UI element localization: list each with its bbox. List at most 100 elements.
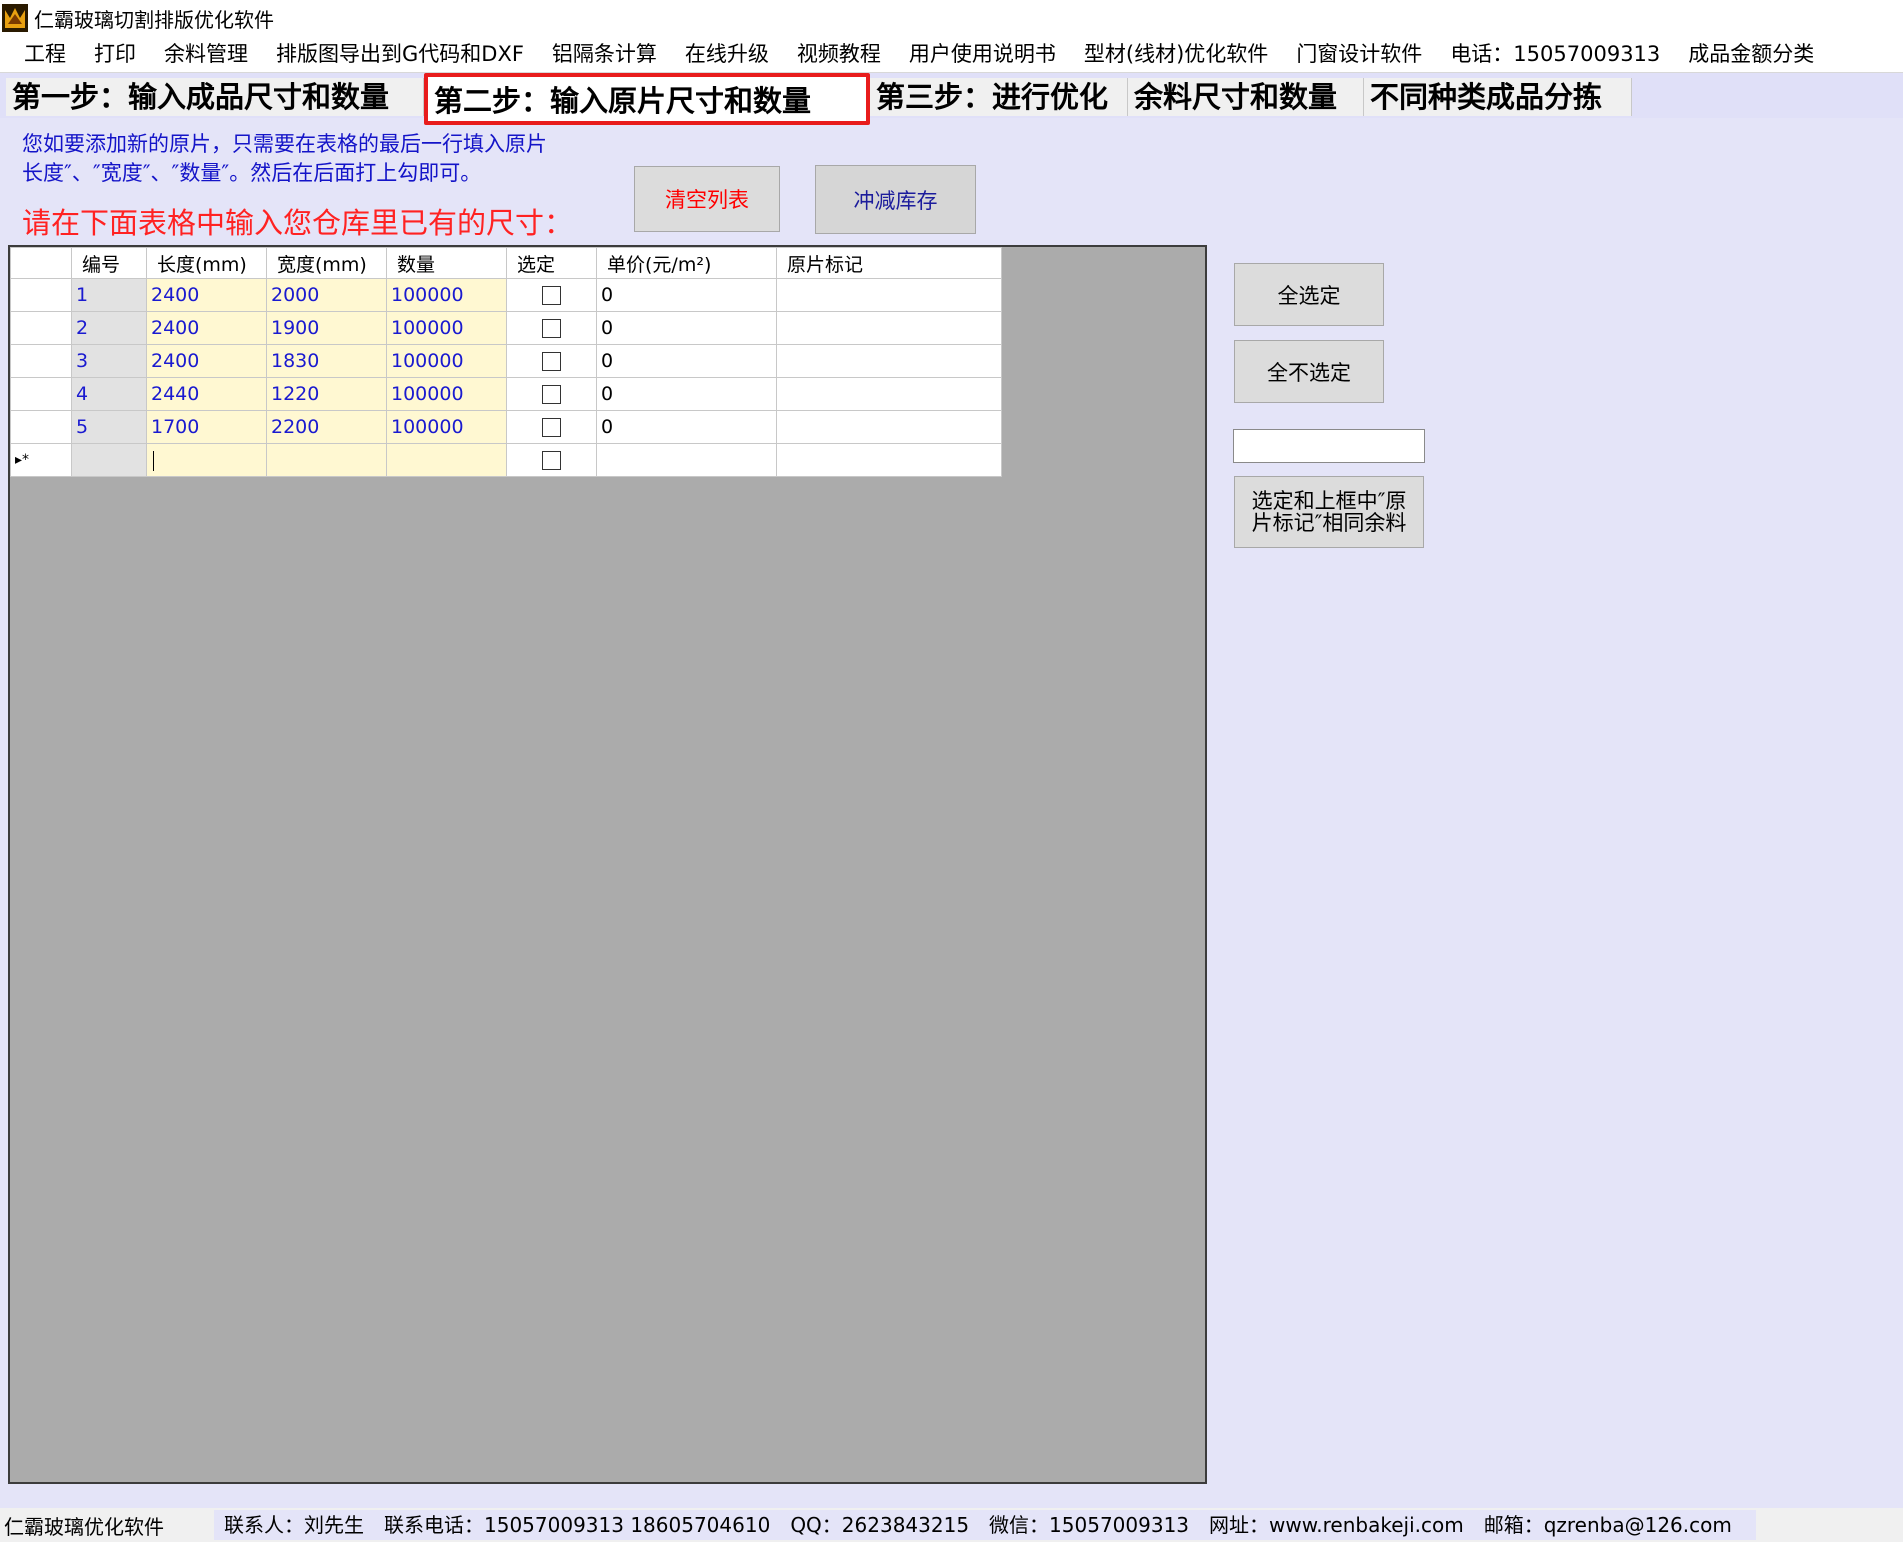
cell-unit-price[interactable]: 0 xyxy=(596,377,777,411)
cell-sheet-mark[interactable] xyxy=(776,410,1002,444)
sheet-grid[interactable]: 编号 长度(mm) 宽度(mm) 数量 选定 单价(元/m²) 原片标记 1 2… xyxy=(8,245,1207,1484)
table-row: 1 2400 2000 100000 0 xyxy=(10,278,1002,312)
cell-unit-price[interactable]: 0 xyxy=(596,278,777,312)
cell-selected[interactable] xyxy=(506,344,597,378)
row-checkbox[interactable] xyxy=(542,418,561,437)
cell-sheet-mark[interactable] xyxy=(776,344,1002,378)
row-header[interactable] xyxy=(10,311,72,345)
menu-amount-classification[interactable]: 成品金额分类 xyxy=(1674,37,1828,71)
cell-id[interactable]: 1 xyxy=(71,278,147,312)
column-header-width[interactable]: 宽度(mm) xyxy=(266,247,387,279)
table-row: 3 2400 1830 100000 0 xyxy=(10,344,1002,378)
column-header-id[interactable]: 编号 xyxy=(71,247,147,279)
cell-length[interactable]: 2400 xyxy=(146,344,267,378)
cell-unit-price-input[interactable] xyxy=(596,443,777,477)
cell-length-input[interactable] xyxy=(146,443,267,477)
menu-online-upgrade[interactable]: 在线升级 xyxy=(671,37,783,71)
select-matching-mark-line1: 选定和上框中″原 xyxy=(1251,489,1407,513)
new-row-indicator[interactable]: ▸* xyxy=(10,443,72,477)
cell-quantity[interactable]: 100000 xyxy=(386,344,507,378)
hint-text: 您如要添加新的原片，只需要在表格的最后一行填入原片 长度″、″宽度″、″数量″。… xyxy=(22,130,582,188)
tab-step1[interactable]: 第一步：输入成品尺寸和数量 xyxy=(6,78,424,116)
cell-quantity[interactable]: 100000 xyxy=(386,311,507,345)
table-row: 4 2440 1220 100000 0 xyxy=(10,377,1002,411)
cell-selected[interactable] xyxy=(506,443,597,477)
step-tab-bar: 第一步：输入成品尺寸和数量 第二步：输入原片尺寸和数量 第三步：进行优化 余料尺… xyxy=(0,73,1903,125)
tab-remnants[interactable]: 余料尺寸和数量 xyxy=(1128,78,1364,116)
cell-unit-price[interactable]: 0 xyxy=(596,410,777,444)
menu-spacer-calc[interactable]: 铝隔条计算 xyxy=(538,37,671,71)
row-checkbox[interactable] xyxy=(542,352,561,371)
cell-unit-price[interactable]: 0 xyxy=(596,344,777,378)
tab-content-panel: 您如要添加新的原片，只需要在表格的最后一行填入原片 长度″、″宽度″、″数量″。… xyxy=(0,118,1903,1508)
cell-id[interactable]: 5 xyxy=(71,410,147,444)
cell-width-input[interactable] xyxy=(266,443,387,477)
text-caret xyxy=(153,450,154,471)
cell-quantity[interactable]: 100000 xyxy=(386,278,507,312)
cell-width[interactable]: 2000 xyxy=(266,278,387,312)
cell-quantity-input[interactable] xyxy=(386,443,507,477)
menu-export-gcode-dxf[interactable]: 排版图导出到G代码和DXF xyxy=(262,37,538,71)
cell-length[interactable]: 2400 xyxy=(146,278,267,312)
cell-length[interactable]: 2400 xyxy=(146,311,267,345)
cell-selected[interactable] xyxy=(506,278,597,312)
title-bar: 仁霸玻璃切割排版优化软件 xyxy=(0,0,1903,36)
cell-length[interactable]: 1700 xyxy=(146,410,267,444)
tab-step3[interactable]: 第三步：进行优化 xyxy=(870,78,1128,116)
menu-remnant-management[interactable]: 余料管理 xyxy=(150,37,262,71)
tab-step2[interactable]: 第二步：输入原片尺寸和数量 xyxy=(424,73,870,125)
deduct-stock-button[interactable]: 冲减库存 xyxy=(815,165,976,234)
menu-profile-software[interactable]: 型材(线材)优化软件 xyxy=(1070,37,1282,71)
cell-width[interactable]: 1900 xyxy=(266,311,387,345)
select-all-button[interactable]: 全选定 xyxy=(1234,263,1384,326)
menu-print[interactable]: 打印 xyxy=(80,37,150,71)
select-matching-mark-button[interactable]: 选定和上框中″原 片标记″相同余料 xyxy=(1234,476,1424,548)
cell-width[interactable]: 1220 xyxy=(266,377,387,411)
row-header[interactable] xyxy=(10,377,72,411)
cell-sheet-mark-input[interactable] xyxy=(776,443,1002,477)
select-none-button[interactable]: 全不选定 xyxy=(1234,340,1384,403)
cell-quantity[interactable]: 100000 xyxy=(386,377,507,411)
table-row: 2 2400 1900 100000 0 xyxy=(10,311,1002,345)
select-matching-mark-line2: 片标记″相同余料 xyxy=(1251,511,1407,535)
row-header[interactable] xyxy=(10,410,72,444)
sheet-mark-input[interactable] xyxy=(1233,429,1425,463)
row-checkbox[interactable] xyxy=(542,286,561,305)
row-checkbox[interactable] xyxy=(542,451,561,470)
cell-id[interactable]: 2 xyxy=(71,311,147,345)
row-header[interactable] xyxy=(10,344,72,378)
row-checkbox[interactable] xyxy=(542,319,561,338)
column-header-selected[interactable]: 选定 xyxy=(506,247,597,279)
row-checkbox[interactable] xyxy=(542,385,561,404)
menu-video-tutorial[interactable]: 视频教程 xyxy=(783,37,895,71)
clear-list-button[interactable]: 清空列表 xyxy=(634,166,780,232)
cell-width[interactable]: 1830 xyxy=(266,344,387,378)
cell-width[interactable]: 2200 xyxy=(266,410,387,444)
warehouse-instruction: 请在下面表格中输入您仓库里已有的尺寸： xyxy=(22,206,574,240)
column-header-length[interactable]: 长度(mm) xyxy=(146,247,267,279)
cell-selected[interactable] xyxy=(506,377,597,411)
cell-unit-price[interactable]: 0 xyxy=(596,311,777,345)
cell-quantity[interactable]: 100000 xyxy=(386,410,507,444)
column-header-unit-price[interactable]: 单价(元/m²) xyxy=(596,247,777,279)
cell-sheet-mark[interactable] xyxy=(776,377,1002,411)
cell-selected[interactable] xyxy=(506,410,597,444)
menu-user-manual[interactable]: 用户使用说明书 xyxy=(895,37,1070,71)
menu-phone[interactable]: 电话：15057009313 xyxy=(1436,37,1674,71)
cell-sheet-mark[interactable] xyxy=(776,311,1002,345)
cell-id[interactable]: 4 xyxy=(71,377,147,411)
status-phone: 联系电话：15057009313 18605704610 xyxy=(384,1513,771,1537)
column-header-sheet-mark[interactable]: 原片标记 xyxy=(776,247,1002,279)
menu-project[interactable]: 工程 xyxy=(0,37,80,71)
cell-selected[interactable] xyxy=(506,311,597,345)
column-header-quantity[interactable]: 数量 xyxy=(386,247,507,279)
cell-sheet-mark[interactable] xyxy=(776,278,1002,312)
cell-id[interactable] xyxy=(71,443,147,477)
cell-id[interactable]: 3 xyxy=(71,344,147,378)
menu-door-window-software[interactable]: 门窗设计软件 xyxy=(1282,37,1436,71)
table-header-row: 编号 长度(mm) 宽度(mm) 数量 选定 单价(元/m²) 原片标记 xyxy=(10,247,1002,279)
tab-sorting[interactable]: 不同种类成品分拣 xyxy=(1364,78,1632,116)
status-contact-info: 联系人：刘先生 联系电话：15057009313 18605704610 QQ：… xyxy=(214,1510,1756,1540)
cell-length[interactable]: 2440 xyxy=(146,377,267,411)
row-header[interactable] xyxy=(10,278,72,312)
